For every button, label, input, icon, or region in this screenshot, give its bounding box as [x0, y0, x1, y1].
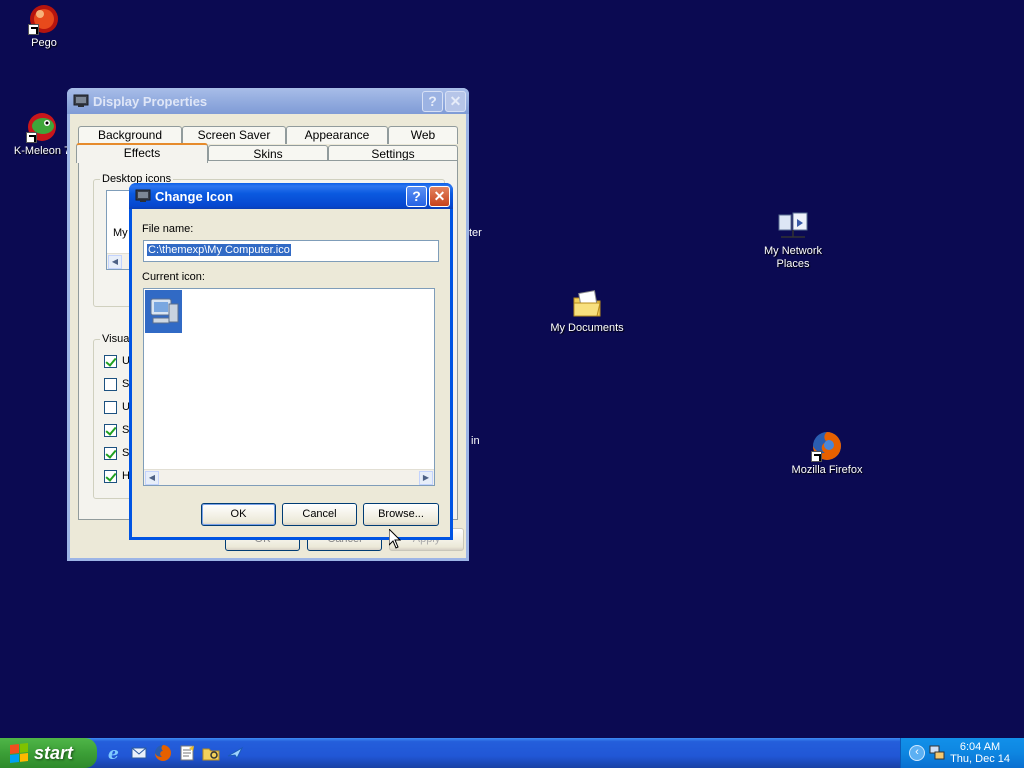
checkbox[interactable]	[104, 469, 117, 483]
effect-option[interactable]: S	[104, 446, 129, 460]
my-documents-icon	[571, 288, 603, 320]
display-properties-icon	[73, 93, 89, 109]
tab-screen-saver[interactable]: Screen Saver	[182, 126, 286, 144]
show-hidden-icons-button[interactable]: ‹	[909, 745, 925, 761]
desktop-label-partial: in	[471, 435, 480, 447]
scroll-right-button[interactable]: ▶	[419, 471, 433, 485]
clock-time: 6:04 AM	[959, 741, 1001, 753]
system-tray: ‹ 6:04 AM Thu, Dec 14	[900, 738, 1024, 768]
firefox-icon[interactable]	[154, 744, 172, 762]
desktop-label-partial: ter	[469, 227, 482, 239]
close-button[interactable]: ✕	[429, 185, 450, 207]
network-places-icon	[777, 211, 809, 243]
desktop-icon-label: Mozilla Firefox	[791, 464, 863, 476]
taskbar: start e ‹ 6:04 AM Thu, Dec 14	[0, 738, 1024, 768]
file-name-value: C:\themexp\My Computer.ico	[147, 244, 291, 256]
tab-web[interactable]: Web	[388, 126, 458, 144]
window-titlebar[interactable]: Display Properties ? ✕	[67, 88, 469, 114]
notepad-icon[interactable]	[178, 744, 196, 762]
mouse-cursor-icon	[389, 529, 401, 549]
messenger-icon[interactable]	[226, 744, 244, 762]
list-item-partial: My	[113, 227, 128, 239]
start-label: start	[34, 742, 74, 763]
clock-date: Thu, Dec 14	[950, 753, 1010, 765]
kmeleon-icon	[26, 111, 58, 143]
desktop-icon-label: Pego	[31, 37, 57, 49]
desktop-icon-documents[interactable]: My Documents	[542, 288, 632, 335]
tab-effects[interactable]: Effects	[76, 143, 208, 163]
change-icon-dialog: Change Icon ? ✕ File name: C:\themexp\My…	[129, 183, 453, 540]
ie-icon[interactable]: e	[106, 744, 124, 764]
windows-logo-icon	[10, 743, 28, 763]
close-button[interactable]: ✕	[445, 90, 466, 112]
desktop-icon-label: My Network Places	[763, 245, 823, 270]
start-button[interactable]: start	[0, 738, 97, 768]
checkbox[interactable]	[104, 377, 117, 391]
desktop-icon-firefox[interactable]: Mozilla Firefox	[782, 430, 872, 477]
effect-option[interactable]: U	[104, 354, 130, 368]
icon-option-selected[interactable]	[145, 290, 182, 333]
effect-option[interactable]: S	[104, 377, 129, 391]
effect-option[interactable]: H	[104, 469, 130, 483]
network-tray-icon[interactable]	[929, 745, 945, 761]
desktop-icon-label: My Documents	[550, 322, 624, 334]
file-name-input[interactable]: C:\themexp\My Computer.ico	[143, 240, 439, 262]
desktop-icon-network[interactable]: My Network Places	[748, 211, 838, 271]
checkbox[interactable]	[104, 423, 117, 437]
browse-button[interactable]: Browse...	[363, 503, 439, 526]
help-button[interactable]: ?	[422, 90, 443, 112]
my-computer-icon	[150, 298, 178, 323]
checkbox[interactable]	[104, 446, 117, 460]
checkbox[interactable]	[104, 400, 117, 414]
effect-option[interactable]: S	[104, 423, 129, 437]
dialog-titlebar[interactable]: Change Icon ? ✕	[129, 183, 453, 209]
checkbox[interactable]	[104, 354, 117, 368]
dialog-title: Change Icon	[155, 188, 234, 204]
clock[interactable]: 6:04 AM Thu, Dec 14	[950, 741, 1010, 765]
pego-icon	[28, 3, 60, 35]
outlook-icon[interactable]	[130, 744, 148, 762]
explorer-icon[interactable]	[202, 744, 220, 762]
file-name-label: File name:	[142, 223, 194, 235]
current-icon-label: Current icon:	[142, 271, 205, 283]
ok-button[interactable]: OK	[201, 503, 276, 526]
svg-text:e: e	[108, 744, 119, 762]
current-icon-list[interactable]: ◀ ▶	[143, 288, 435, 486]
tab-background[interactable]: Background	[78, 126, 182, 144]
firefox-icon	[811, 430, 843, 462]
tab-appearance[interactable]: Appearance	[286, 126, 388, 144]
horizontal-scrollbar[interactable]: ◀ ▶	[144, 469, 434, 485]
help-button[interactable]: ?	[406, 185, 427, 207]
effect-option[interactable]: U	[104, 400, 130, 414]
scroll-left-button[interactable]: ◀	[108, 255, 122, 269]
window-title: Display Properties	[93, 93, 208, 109]
cancel-button[interactable]: Cancel	[282, 503, 357, 526]
display-properties-icon	[135, 188, 151, 204]
scroll-left-button[interactable]: ◀	[145, 471, 159, 485]
desktop-icon-pego[interactable]: Pego	[0, 3, 89, 50]
